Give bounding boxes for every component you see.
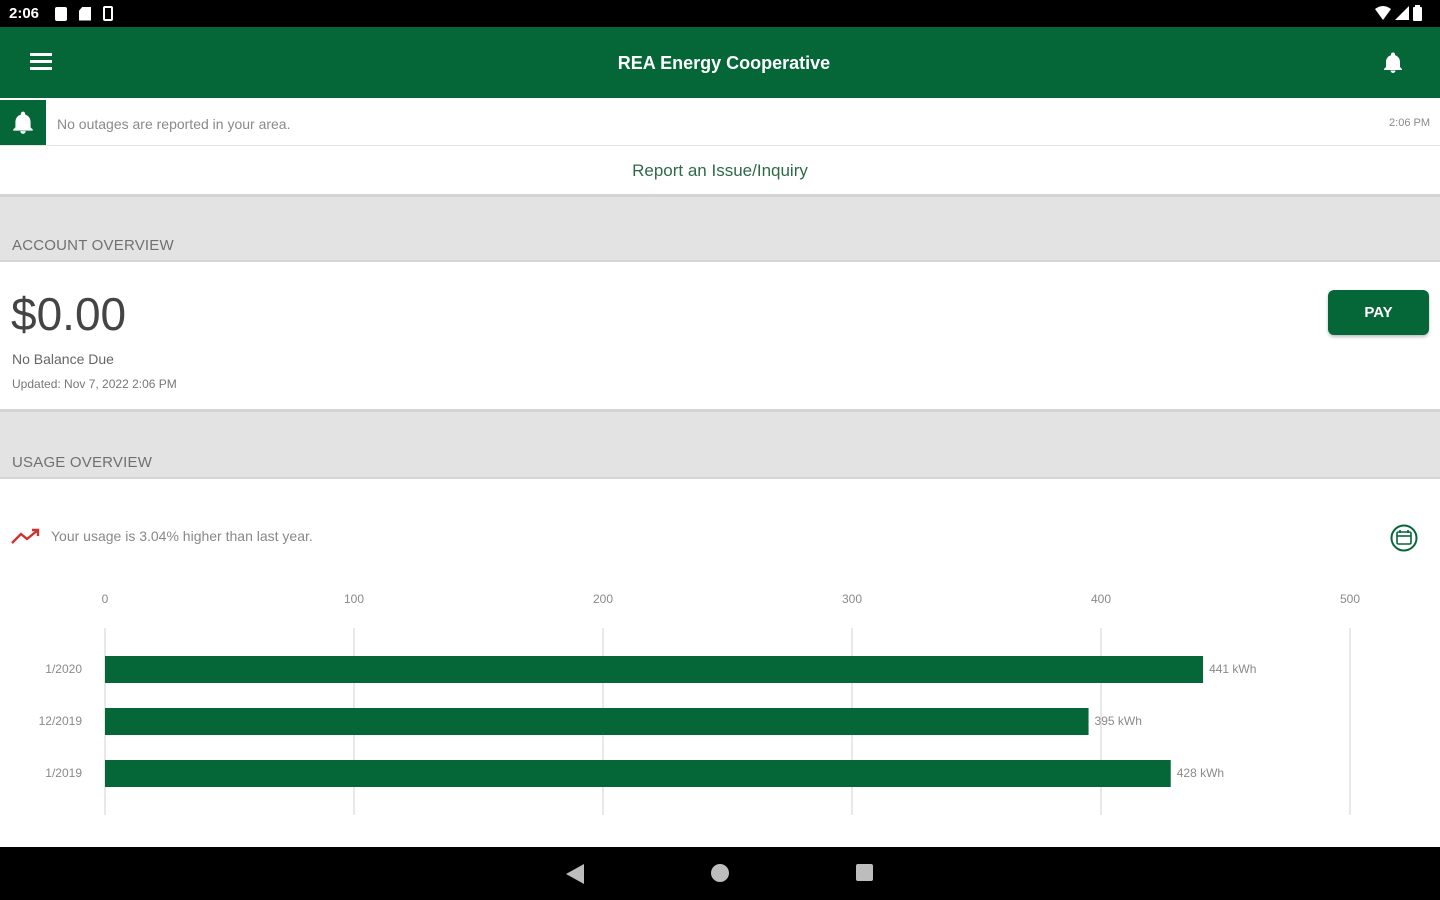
x-tick-label: 500 [1340,592,1360,606]
usage-overview-header: USAGE OVERVIEW [0,409,1440,479]
usage-bar [105,760,1171,787]
trending-up-icon [11,528,40,544]
balance-label: No Balance Due [12,351,114,367]
back-icon[interactable] [566,864,584,884]
bar-value-label: 395 kWh [1095,714,1142,728]
status-bar: 2:06 [0,0,1440,27]
recents-icon[interactable] [856,864,873,881]
x-tick-label: 200 [593,592,613,606]
wifi-icon [1375,6,1391,20]
balance-amount: $0.00 [11,288,127,340]
usage-overview-title: USAGE OVERVIEW [12,454,153,471]
category-label: 1/2019 [45,766,82,780]
outage-message: No outages are reported in your area. [57,116,291,132]
status-time: 2:06 [9,5,40,22]
usage-trend-text: Your usage is 3.04% higher than last yea… [51,528,313,544]
outage-badge [0,100,46,145]
calendar-toggle-icon[interactable] [1389,523,1419,553]
account-card: $0.00 No Balance Due Updated: Nov 7, 202… [0,262,1440,409]
bar-value-label: 428 kWh [1177,766,1224,780]
pay-button[interactable]: PAY [1328,290,1429,335]
account-overview-header: ACCOUNT OVERVIEW [0,194,1440,262]
cell-signal-icon [1395,6,1409,20]
x-tick-label: 0 [102,592,109,606]
notification-icon [55,6,67,21]
category-label: 12/2019 [39,714,83,728]
account-overview-title: ACCOUNT OVERVIEW [12,237,174,254]
usage-card: Your usage is 3.04% higher than last yea… [0,479,1440,847]
report-row: Report an Issue/Inquiry [0,146,1440,194]
report-issue-link[interactable]: Report an Issue/Inquiry [632,161,808,181]
x-tick-label: 400 [1091,592,1111,606]
battery-icon [1413,5,1422,21]
updated-timestamp: Updated: Nov 7, 2022 2:06 PM [12,377,177,391]
navigation-bar [0,847,1440,900]
x-tick-label: 100 [344,592,364,606]
app-title: REA Energy Cooperative [617,53,831,73]
bell-icon[interactable] [1381,51,1405,75]
outage-bell-icon [13,111,33,134]
home-icon[interactable] [711,864,729,882]
usage-chart: 0 100 200 300 400 500 1/2020 441 kWh 12/2019 395 … [39,592,1360,815]
outage-banner: No outages are reported in your area. 2:… [0,98,1440,146]
outage-time: 2:06 PM [1389,117,1430,129]
usage-bar [105,708,1089,735]
bar-value-label: 441 kWh [1209,662,1256,676]
app-bar: REA Energy Cooperative [0,27,1440,98]
sd-card-icon [79,6,91,21]
battery-saver-icon [103,6,113,21]
x-tick-label: 300 [842,592,862,606]
usage-bar [105,656,1204,683]
category-label: 1/2020 [45,662,82,676]
